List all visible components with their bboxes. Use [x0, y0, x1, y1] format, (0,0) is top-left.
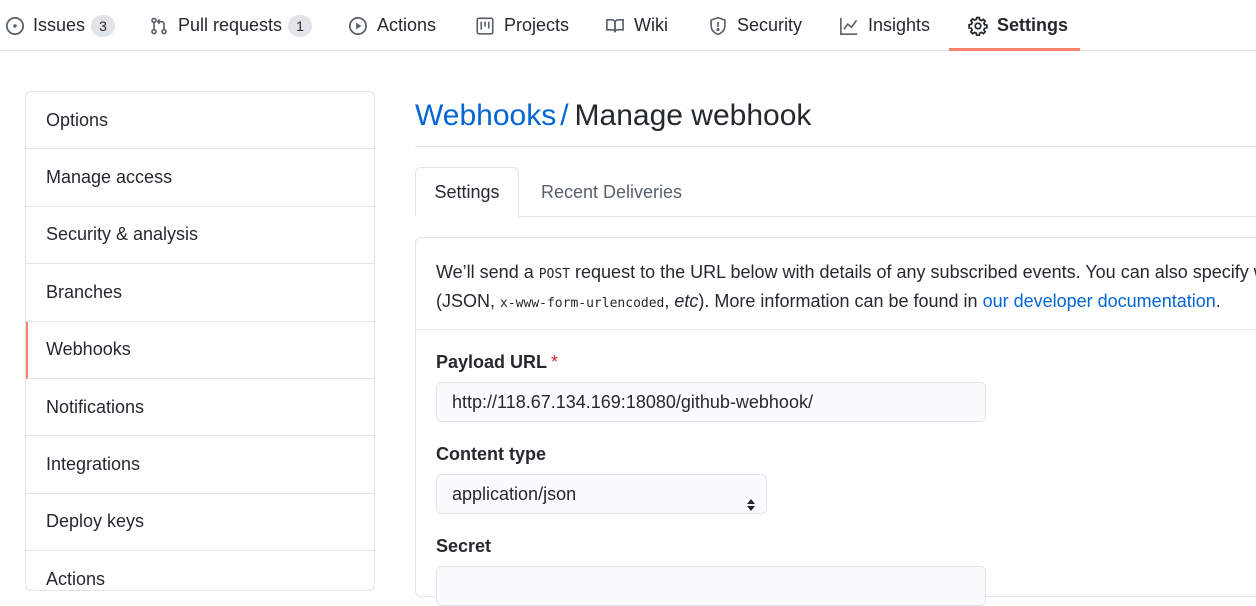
secret-label-text: Secret — [436, 536, 492, 556]
issue-opened-icon — [5, 16, 25, 36]
content-type-value: application/json — [452, 484, 577, 504]
content-type-label: Content type — [436, 444, 546, 465]
payload-url-value: http://118.67.134.169:18080/github-webho… — [452, 392, 813, 412]
tab-recent-deliveries[interactable]: Recent Deliveries — [541, 167, 682, 217]
intro-text: We’ll send a POST request to the URL bel… — [436, 259, 1256, 317]
menu-item-integrations[interactable]: Integrations — [26, 436, 374, 494]
page-title: Webhooks / Manage webhook — [415, 96, 811, 136]
shield-icon — [708, 16, 728, 36]
nav-tab-pull-requests[interactable]: Pull requests 1 — [149, 0, 313, 51]
nav-tab-settings[interactable]: Settings — [968, 0, 1068, 51]
menu-item-options[interactable]: Options — [26, 92, 374, 150]
breadcrumb-separator: / — [560, 99, 569, 132]
nav-tab-issues-label: Issues — [33, 15, 86, 35]
menu-item-label: Actions — [46, 568, 106, 589]
issues-count-badge: 3 — [91, 14, 116, 37]
nav-tab-issues[interactable]: Issues 3 — [5, 0, 116, 51]
developer-documentation-link[interactable]: our developer documentation — [983, 291, 1216, 311]
select-arrows-icon — [746, 487, 756, 511]
menu-item-webhooks[interactable]: Webhooks — [26, 321, 374, 379]
git-pull-request-icon — [149, 16, 169, 36]
nav-tab-wiki[interactable]: Wiki — [605, 0, 668, 51]
gear-icon — [968, 16, 988, 36]
pull-requests-count-badge: 1 — [288, 14, 313, 37]
required-mark: * — [551, 352, 559, 372]
nav-tab-projects-label: Projects — [504, 15, 570, 35]
settings-menu: Options Manage access Security & analysi… — [25, 91, 375, 591]
nav-tab-actions-label: Actions — [377, 15, 437, 35]
nav-tab-projects[interactable]: Projects — [475, 0, 569, 51]
nav-tab-wiki-label: Wiki — [634, 15, 668, 35]
menu-item-label: Notifications — [46, 396, 145, 417]
content-type-select[interactable]: application/json — [436, 474, 767, 514]
tab-recent-deliveries-label: Recent Deliveries — [541, 181, 683, 202]
payload-url-label-text: Payload URL — [436, 352, 548, 372]
intro-line-1: We’ll send a POST request to the URL bel… — [436, 259, 1256, 288]
nav-tab-pull-requests-label: Pull requests — [178, 15, 283, 35]
tab-settings-label: Settings — [434, 181, 500, 202]
intro-etc: etc — [674, 291, 699, 311]
menu-item-label: Branches — [46, 281, 123, 302]
title-divider — [415, 146, 1256, 147]
nav-tab-settings-label: Settings — [997, 15, 1069, 35]
nav-tab-security-label: Security — [737, 15, 803, 35]
menu-item-deploy-keys[interactable]: Deploy keys — [26, 494, 374, 552]
nav-tab-actions[interactable]: Actions — [348, 0, 436, 51]
menu-item-label: Manage access — [46, 167, 173, 188]
intro-text-part: (JSON, — [436, 291, 501, 311]
secret-input[interactable] — [436, 566, 986, 606]
menu-item-label: Security & analysis — [46, 224, 199, 245]
intro-text-part: . — [1215, 291, 1221, 311]
nav-tab-insights-label: Insights — [868, 15, 931, 35]
nav-tab-security[interactable]: Security — [708, 0, 802, 51]
project-icon — [475, 16, 495, 36]
book-icon — [605, 16, 625, 36]
content-type-label-text: Content type — [436, 444, 546, 464]
intro-code-post: POST — [538, 267, 571, 282]
intro-text-part: request to the URL below with details of… — [570, 262, 1256, 282]
menu-item-label: Integrations — [46, 454, 141, 475]
intro-text-part: We’ll send a — [436, 262, 539, 282]
page-title-text: Manage webhook — [574, 99, 812, 132]
menu-item-manage-access[interactable]: Manage access — [26, 149, 374, 207]
tab-settings[interactable]: Settings — [415, 167, 519, 217]
selected-tab-underline — [949, 48, 1080, 51]
intro-divider — [416, 329, 1256, 330]
nav-tab-insights[interactable]: Insights — [839, 0, 930, 51]
menu-item-security-analysis[interactable]: Security & analysis — [26, 207, 374, 265]
menu-item-notifications[interactable]: Notifications — [26, 379, 374, 437]
menu-item-label: Webhooks — [46, 339, 131, 360]
menu-item-actions[interactable]: Actions — [26, 551, 374, 590]
intro-text-part: , — [664, 291, 675, 311]
intro-line-2: (JSON, x-www-form-urlencoded, etc). More… — [436, 288, 1256, 317]
play-icon — [348, 16, 368, 36]
payload-url-label: Payload URL * — [436, 352, 558, 373]
menu-item-branches[interactable]: Branches — [26, 264, 374, 322]
graph-icon — [839, 16, 859, 36]
secret-label: Secret — [436, 536, 491, 557]
repo-nav: Issues 3 Pull requests 1 Actions Project… — [0, 0, 1256, 51]
intro-code-form-urlencoded: x-www-form-urlencoded — [500, 296, 665, 311]
intro-text-part: ). More information can be found in — [698, 291, 983, 311]
payload-url-input[interactable]: http://118.67.134.169:18080/github-webho… — [436, 382, 986, 422]
menu-item-label: Options — [46, 109, 109, 130]
breadcrumb-webhooks-link[interactable]: Webhooks — [415, 99, 556, 132]
menu-item-label: Deploy keys — [46, 511, 145, 532]
